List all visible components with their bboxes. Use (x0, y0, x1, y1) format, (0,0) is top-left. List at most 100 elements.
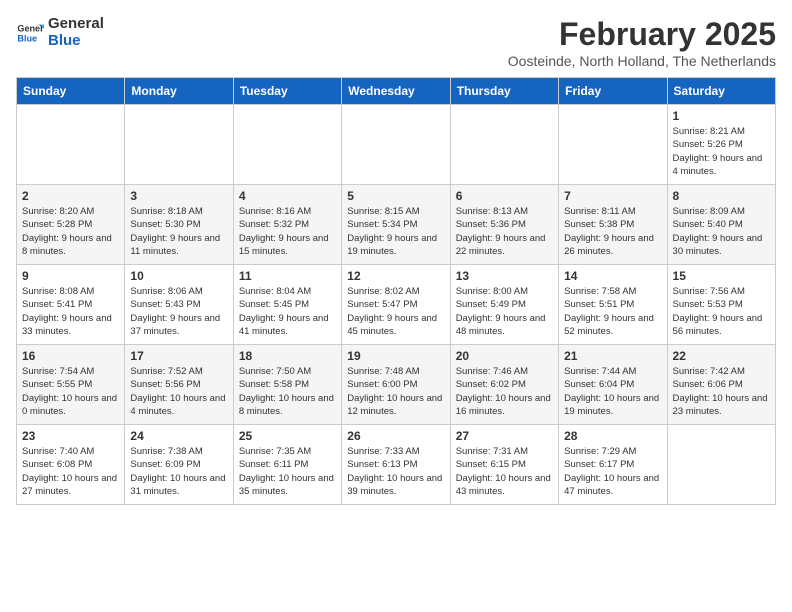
day-number: 20 (456, 349, 553, 363)
day-info: Sunrise: 7:40 AM Sunset: 6:08 PM Dayligh… (22, 445, 119, 498)
day-info: Sunrise: 7:58 AM Sunset: 5:51 PM Dayligh… (564, 285, 661, 338)
calendar-week-row: 2 Sunrise: 8:20 AM Sunset: 5:28 PM Daylig… (17, 185, 776, 265)
calendar-cell: 13Sunrise: 8:00 AM Sunset: 5:49 PM Dayli… (450, 265, 558, 345)
calendar-week-row: 9 Sunrise: 8:08 AM Sunset: 5:41 PM Daylig… (17, 265, 776, 345)
calendar-cell: 22 Sunrise: 7:42 AM Sunset: 6:06 PM Dayli… (667, 345, 775, 425)
day-info: Sunrise: 8:18 AM Sunset: 5:30 PM Dayligh… (130, 205, 227, 258)
calendar-cell (559, 105, 667, 185)
day-number: 28 (564, 429, 661, 443)
day-info: Sunrise: 7:44 AM Sunset: 6:04 PM Dayligh… (564, 365, 661, 418)
day-info: Sunrise: 7:33 AM Sunset: 6:13 PM Dayligh… (347, 445, 444, 498)
calendar-cell: 19 Sunrise: 7:48 AM Sunset: 6:00 PM Dayli… (342, 345, 450, 425)
day-info: Sunrise: 7:46 AM Sunset: 6:02 PM Dayligh… (456, 365, 553, 418)
day-number: 14 (564, 269, 661, 283)
calendar-cell: 12 Sunrise: 8:02 AM Sunset: 5:47 PM Dayli… (342, 265, 450, 345)
day-info: Sunrise: 8:11 AM Sunset: 5:38 PM Dayligh… (564, 205, 661, 258)
logo-icon: General Blue (16, 19, 44, 47)
day-number: 1 (673, 109, 770, 123)
day-info: Sunrise: 8:06 AM Sunset: 5:43 PM Dayligh… (130, 285, 227, 338)
calendar-cell (667, 425, 775, 505)
day-info: Sunrise: 7:35 AM Sunset: 6:11 PM Dayligh… (239, 445, 336, 498)
day-number: 23 (22, 429, 119, 443)
day-number: 17 (130, 349, 227, 363)
day-number: 6 (456, 189, 553, 203)
weekday-header-tuesday: Tuesday (233, 78, 341, 105)
day-number: 9 (22, 269, 119, 283)
calendar-cell: 14 Sunrise: 7:58 AM Sunset: 5:51 PM Dayli… (559, 265, 667, 345)
day-number: 13 (456, 269, 553, 283)
day-info: Sunrise: 7:54 AM Sunset: 5:55 PM Dayligh… (22, 365, 119, 418)
calendar-cell: 2 Sunrise: 8:20 AM Sunset: 5:28 PM Daylig… (17, 185, 125, 265)
calendar-header-row: SundayMondayTuesdayWednesdayThursdayFrid… (17, 78, 776, 105)
day-info: Sunrise: 8:20 AM Sunset: 5:28 PM Dayligh… (22, 205, 119, 258)
day-number: 5 (347, 189, 444, 203)
logo-general: General (48, 16, 104, 33)
day-info: Sunrise: 7:48 AM Sunset: 6:00 PM Dayligh… (347, 365, 444, 418)
page-header: General Blue General Blue February 2025 … (16, 16, 776, 69)
day-number: 19 (347, 349, 444, 363)
calendar-table: SundayMondayTuesdayWednesdayThursdayFrid… (16, 77, 776, 505)
month-title: February 2025 (508, 16, 776, 53)
day-number: 18 (239, 349, 336, 363)
calendar-week-row: 16 Sunrise: 7:54 AM Sunset: 5:55 PM Dayli… (17, 345, 776, 425)
calendar-cell: 8Sunrise: 8:09 AM Sunset: 5:40 PM Daylig… (667, 185, 775, 265)
calendar-cell: 23 Sunrise: 7:40 AM Sunset: 6:08 PM Dayli… (17, 425, 125, 505)
calendar-cell: 21 Sunrise: 7:44 AM Sunset: 6:04 PM Dayli… (559, 345, 667, 425)
day-number: 21 (564, 349, 661, 363)
calendar-cell (450, 105, 558, 185)
weekday-header-sunday: Sunday (17, 78, 125, 105)
day-info: Sunrise: 7:42 AM Sunset: 6:06 PM Dayligh… (673, 365, 770, 418)
day-number: 22 (673, 349, 770, 363)
weekday-header-saturday: Saturday (667, 78, 775, 105)
day-info: Sunrise: 7:56 AM Sunset: 5:53 PM Dayligh… (673, 285, 770, 338)
day-info: Sunrise: 7:38 AM Sunset: 6:09 PM Dayligh… (130, 445, 227, 498)
day-info: Sunrise: 8:16 AM Sunset: 5:32 PM Dayligh… (239, 205, 336, 258)
day-info: Sunrise: 8:08 AM Sunset: 5:41 PM Dayligh… (22, 285, 119, 338)
day-number: 25 (239, 429, 336, 443)
day-info: Sunrise: 7:31 AM Sunset: 6:15 PM Dayligh… (456, 445, 553, 498)
day-info: Sunrise: 8:13 AM Sunset: 5:36 PM Dayligh… (456, 205, 553, 258)
day-info: Sunrise: 7:50 AM Sunset: 5:58 PM Dayligh… (239, 365, 336, 418)
calendar-cell: 7 Sunrise: 8:11 AM Sunset: 5:38 PM Daylig… (559, 185, 667, 265)
day-number: 3 (130, 189, 227, 203)
logo-blue: Blue (48, 33, 104, 50)
calendar-cell (17, 105, 125, 185)
day-number: 12 (347, 269, 444, 283)
weekday-header-thursday: Thursday (450, 78, 558, 105)
calendar-cell: 20 Sunrise: 7:46 AM Sunset: 6:02 PM Dayli… (450, 345, 558, 425)
day-info: Sunrise: 8:09 AM Sunset: 5:40 PM Dayligh… (673, 205, 770, 258)
calendar-cell: 3 Sunrise: 8:18 AM Sunset: 5:30 PM Daylig… (125, 185, 233, 265)
calendar-cell: 28 Sunrise: 7:29 AM Sunset: 6:17 PM Dayli… (559, 425, 667, 505)
logo: General Blue General Blue (16, 16, 104, 49)
day-info: Sunrise: 7:29 AM Sunset: 6:17 PM Dayligh… (564, 445, 661, 498)
calendar-cell (342, 105, 450, 185)
day-info: Sunrise: 8:02 AM Sunset: 5:47 PM Dayligh… (347, 285, 444, 338)
day-number: 10 (130, 269, 227, 283)
calendar-cell: 16 Sunrise: 7:54 AM Sunset: 5:55 PM Dayli… (17, 345, 125, 425)
day-number: 16 (22, 349, 119, 363)
calendar-week-row: 23 Sunrise: 7:40 AM Sunset: 6:08 PM Dayli… (17, 425, 776, 505)
day-number: 11 (239, 269, 336, 283)
day-number: 26 (347, 429, 444, 443)
calendar-cell: 6 Sunrise: 8:13 AM Sunset: 5:36 PM Daylig… (450, 185, 558, 265)
calendar-cell (125, 105, 233, 185)
calendar-cell: 5 Sunrise: 8:15 AM Sunset: 5:34 PM Daylig… (342, 185, 450, 265)
location-title: Oosteinde, North Holland, The Netherland… (508, 53, 776, 69)
calendar-cell: 10 Sunrise: 8:06 AM Sunset: 5:43 PM Dayli… (125, 265, 233, 345)
weekday-header-wednesday: Wednesday (342, 78, 450, 105)
calendar-cell: 26 Sunrise: 7:33 AM Sunset: 6:13 PM Dayli… (342, 425, 450, 505)
calendar-cell: 4 Sunrise: 8:16 AM Sunset: 5:32 PM Daylig… (233, 185, 341, 265)
calendar-cell: 1Sunrise: 8:21 AM Sunset: 5:26 PM Daylig… (667, 105, 775, 185)
weekday-header-monday: Monday (125, 78, 233, 105)
calendar-cell: 25 Sunrise: 7:35 AM Sunset: 6:11 PM Dayli… (233, 425, 341, 505)
calendar-cell: 9 Sunrise: 8:08 AM Sunset: 5:41 PM Daylig… (17, 265, 125, 345)
calendar-cell: 24Sunrise: 7:38 AM Sunset: 6:09 PM Dayli… (125, 425, 233, 505)
calendar-cell: 27Sunrise: 7:31 AM Sunset: 6:15 PM Dayli… (450, 425, 558, 505)
calendar-cell: 11 Sunrise: 8:04 AM Sunset: 5:45 PM Dayli… (233, 265, 341, 345)
day-number: 7 (564, 189, 661, 203)
day-number: 4 (239, 189, 336, 203)
day-info: Sunrise: 8:15 AM Sunset: 5:34 PM Dayligh… (347, 205, 444, 258)
day-number: 2 (22, 189, 119, 203)
day-info: Sunrise: 8:04 AM Sunset: 5:45 PM Dayligh… (239, 285, 336, 338)
calendar-week-row: 1Sunrise: 8:21 AM Sunset: 5:26 PM Daylig… (17, 105, 776, 185)
